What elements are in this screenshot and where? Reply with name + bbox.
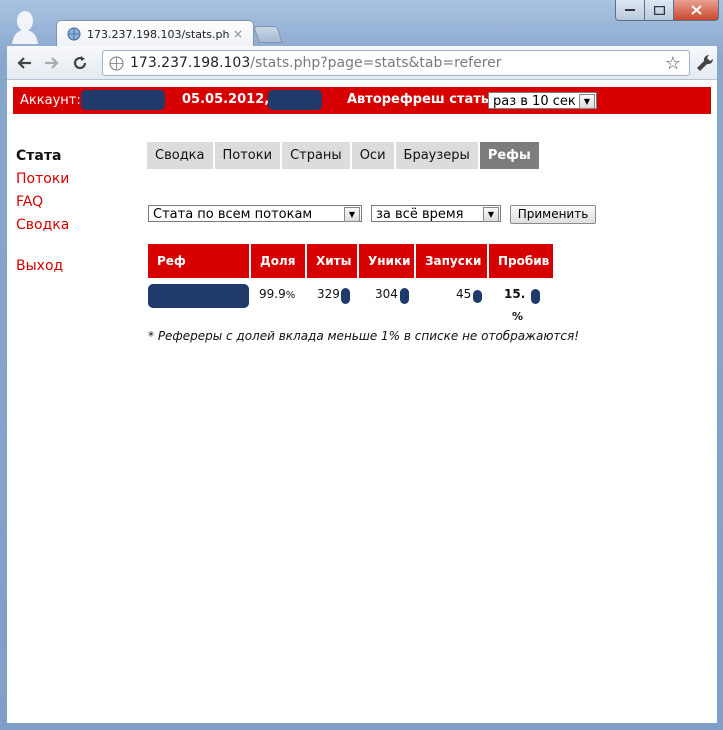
tab-referers[interactable]: Рефы bbox=[479, 142, 539, 169]
minimize-button[interactable] bbox=[615, 0, 645, 21]
uniques-value: 304 bbox=[375, 287, 398, 301]
scroll-border bbox=[717, 80, 723, 723]
apply-button[interactable]: Применить bbox=[510, 205, 596, 224]
maximize-button[interactable] bbox=[644, 0, 674, 21]
reload-button[interactable] bbox=[69, 52, 91, 74]
share-cell: 99.9% bbox=[259, 283, 295, 305]
redacted-breakthrough-digit bbox=[531, 289, 540, 304]
menu-item-logout[interactable]: Выход bbox=[16, 258, 69, 281]
tab-browsers[interactable]: Браузеры bbox=[395, 142, 478, 169]
date-text: 05.05.2012, bbox=[182, 92, 270, 107]
url-host: 173.237.198.103 bbox=[130, 55, 251, 71]
col-header-ref[interactable]: Реф bbox=[148, 244, 251, 278]
col-header-hits[interactable]: Хиты bbox=[307, 244, 359, 278]
forward-arrow-icon bbox=[45, 57, 59, 69]
tab-streams[interactable]: Потоки bbox=[214, 142, 281, 169]
stream-select[interactable]: Стата по всем потокам ▼ bbox=[148, 205, 362, 222]
col-header-share[interactable]: Доля bbox=[251, 244, 307, 278]
redacted-launches-digit bbox=[473, 290, 482, 303]
url-text: 173.237.198.103/stats.php?page=stats&tab… bbox=[130, 55, 502, 71]
period-select[interactable]: за всё время ▼ bbox=[371, 205, 501, 222]
footnote: * Рефереры с долей вклада меньше 1% в сп… bbox=[148, 329, 580, 343]
menu-item-faq[interactable]: FAQ bbox=[16, 194, 69, 217]
address-bar[interactable]: 173.237.198.103/stats.php?page=stats&tab… bbox=[102, 50, 690, 76]
col-header-launches[interactable]: Запуски bbox=[416, 244, 489, 278]
uniques-cell: 304 bbox=[375, 283, 398, 305]
launches-value: 45 bbox=[456, 287, 472, 301]
new-tab-button[interactable] bbox=[253, 26, 283, 43]
tab-countries[interactable]: Страны bbox=[282, 142, 350, 169]
share-unit: % bbox=[285, 290, 296, 301]
section-tabs: Сводка Потоки Страны Оси Браузеры Рефы bbox=[147, 142, 541, 169]
menu-item-streams[interactable]: Потоки bbox=[16, 171, 69, 194]
stream-select-value: Стата по всем потокам bbox=[153, 207, 313, 222]
tab-os[interactable]: Оси bbox=[351, 142, 394, 169]
browser-window: 173.237.198.103/stats.php?p × 173.237.19… bbox=[0, 0, 723, 730]
globe-icon bbox=[67, 27, 81, 41]
page-viewport: Аккаунт: 05.05.2012, Автор­ефреш статы: … bbox=[7, 80, 717, 723]
tab-close-icon[interactable]: × bbox=[233, 27, 243, 41]
account-bar: Аккаунт: 05.05.2012, Автор­ефреш статы: … bbox=[13, 87, 711, 114]
breakthrough-unit: % bbox=[512, 310, 524, 323]
redacted-referer bbox=[148, 284, 249, 308]
chevron-down-icon: ▼ bbox=[579, 94, 595, 109]
redacted-uniques-digit bbox=[400, 288, 409, 304]
reload-icon bbox=[73, 56, 87, 70]
share-value: 99.9 bbox=[259, 287, 286, 301]
redacted-account bbox=[81, 90, 165, 110]
forward-button[interactable] bbox=[41, 52, 63, 74]
autorefresh-label: Автор­ефреш статы: bbox=[347, 92, 498, 107]
redacted-time bbox=[268, 90, 322, 110]
hits-value: 329 bbox=[317, 287, 340, 301]
col-header-uniques[interactable]: Уники bbox=[359, 244, 416, 278]
period-select-value: за всё время bbox=[376, 207, 464, 222]
left-menu: Стата Потоки FAQ Сводка Выход bbox=[16, 148, 69, 281]
col-header-breakthrough[interactable]: Пробив bbox=[489, 244, 555, 278]
breakthrough-cell: 15.% bbox=[504, 283, 526, 323]
account-label: Аккаунт: bbox=[20, 93, 81, 108]
user-avatar-icon bbox=[12, 11, 38, 44]
maximize-icon bbox=[653, 5, 665, 15]
autorefresh-select[interactable]: раз в 10 сек ▼ bbox=[488, 92, 597, 109]
minimize-icon bbox=[625, 9, 635, 11]
tab-title: 173.237.198.103/stats.php?p bbox=[87, 27, 229, 41]
breakthrough-value: 15. bbox=[504, 287, 526, 301]
tab-summary[interactable]: Сводка bbox=[147, 142, 213, 169]
browser-toolbar: 173.237.198.103/stats.php?page=stats&tab… bbox=[7, 46, 717, 80]
close-icon bbox=[690, 5, 702, 15]
page-icon bbox=[109, 56, 124, 70]
url-path: /stats.php?page=stats&tab=referer bbox=[250, 55, 502, 71]
launches-cell: 45 bbox=[456, 283, 471, 305]
chevron-down-icon: ▼ bbox=[344, 207, 360, 222]
menu-item-summary[interactable]: Сводка bbox=[16, 217, 69, 240]
back-arrow-icon bbox=[17, 57, 31, 69]
chevron-down-icon: ▼ bbox=[483, 207, 499, 222]
wrench-icon[interactable] bbox=[695, 53, 715, 73]
back-button[interactable] bbox=[13, 52, 35, 74]
menu-item-stats[interactable]: Стата bbox=[16, 148, 69, 171]
hits-cell: 329 bbox=[317, 283, 340, 305]
browser-tab[interactable]: 173.237.198.103/stats.php?p × bbox=[56, 20, 254, 47]
autorefresh-value: раз в 10 сек bbox=[493, 94, 576, 109]
bookmark-star-icon[interactable]: ☆ bbox=[665, 53, 681, 74]
redacted-hits-digit bbox=[341, 288, 350, 304]
close-window-button[interactable] bbox=[673, 0, 719, 21]
